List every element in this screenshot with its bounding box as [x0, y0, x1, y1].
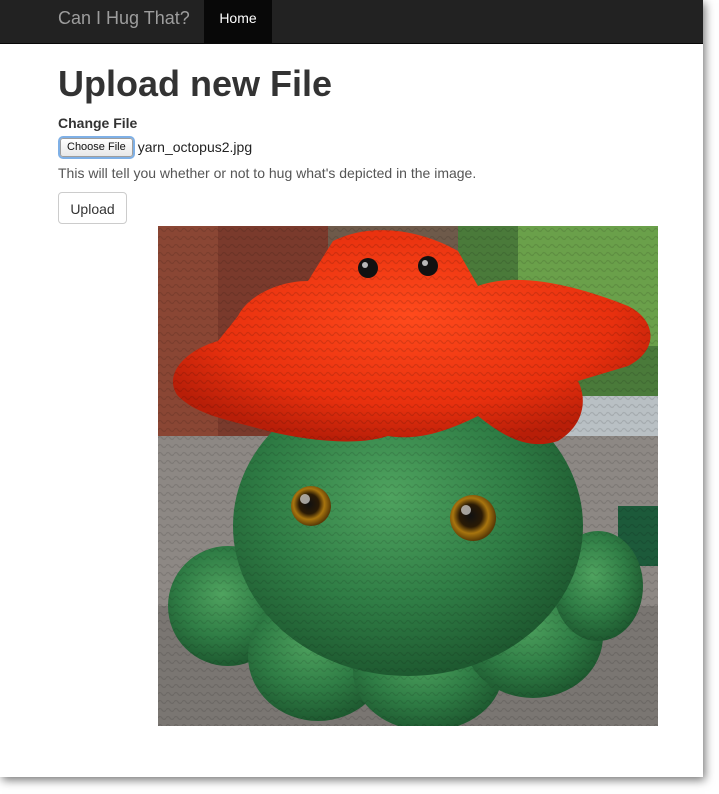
navbar: Can I Hug That? Home	[0, 0, 703, 44]
upload-button[interactable]: Upload	[58, 192, 127, 224]
selected-file-name: yarn_octopus2.jpg	[137, 139, 253, 155]
file-input[interactable]: Choose File yarn_octopus2.jpg	[58, 137, 252, 157]
nav-item-home[interactable]: Home	[204, 0, 272, 43]
choose-file-button[interactable]: Choose File	[60, 137, 133, 157]
navbar-brand[interactable]: Can I Hug That?	[58, 0, 190, 43]
file-field-label: Change File	[58, 115, 138, 131]
browser-window: Can I Hug That? Home Upload new File Cha…	[0, 0, 703, 777]
page-title: Upload new File	[58, 63, 333, 104]
help-text: This will tell you whether or not to hug…	[58, 165, 477, 181]
uploaded-image-preview	[158, 226, 658, 726]
yarn-octopus-photo	[158, 226, 658, 726]
